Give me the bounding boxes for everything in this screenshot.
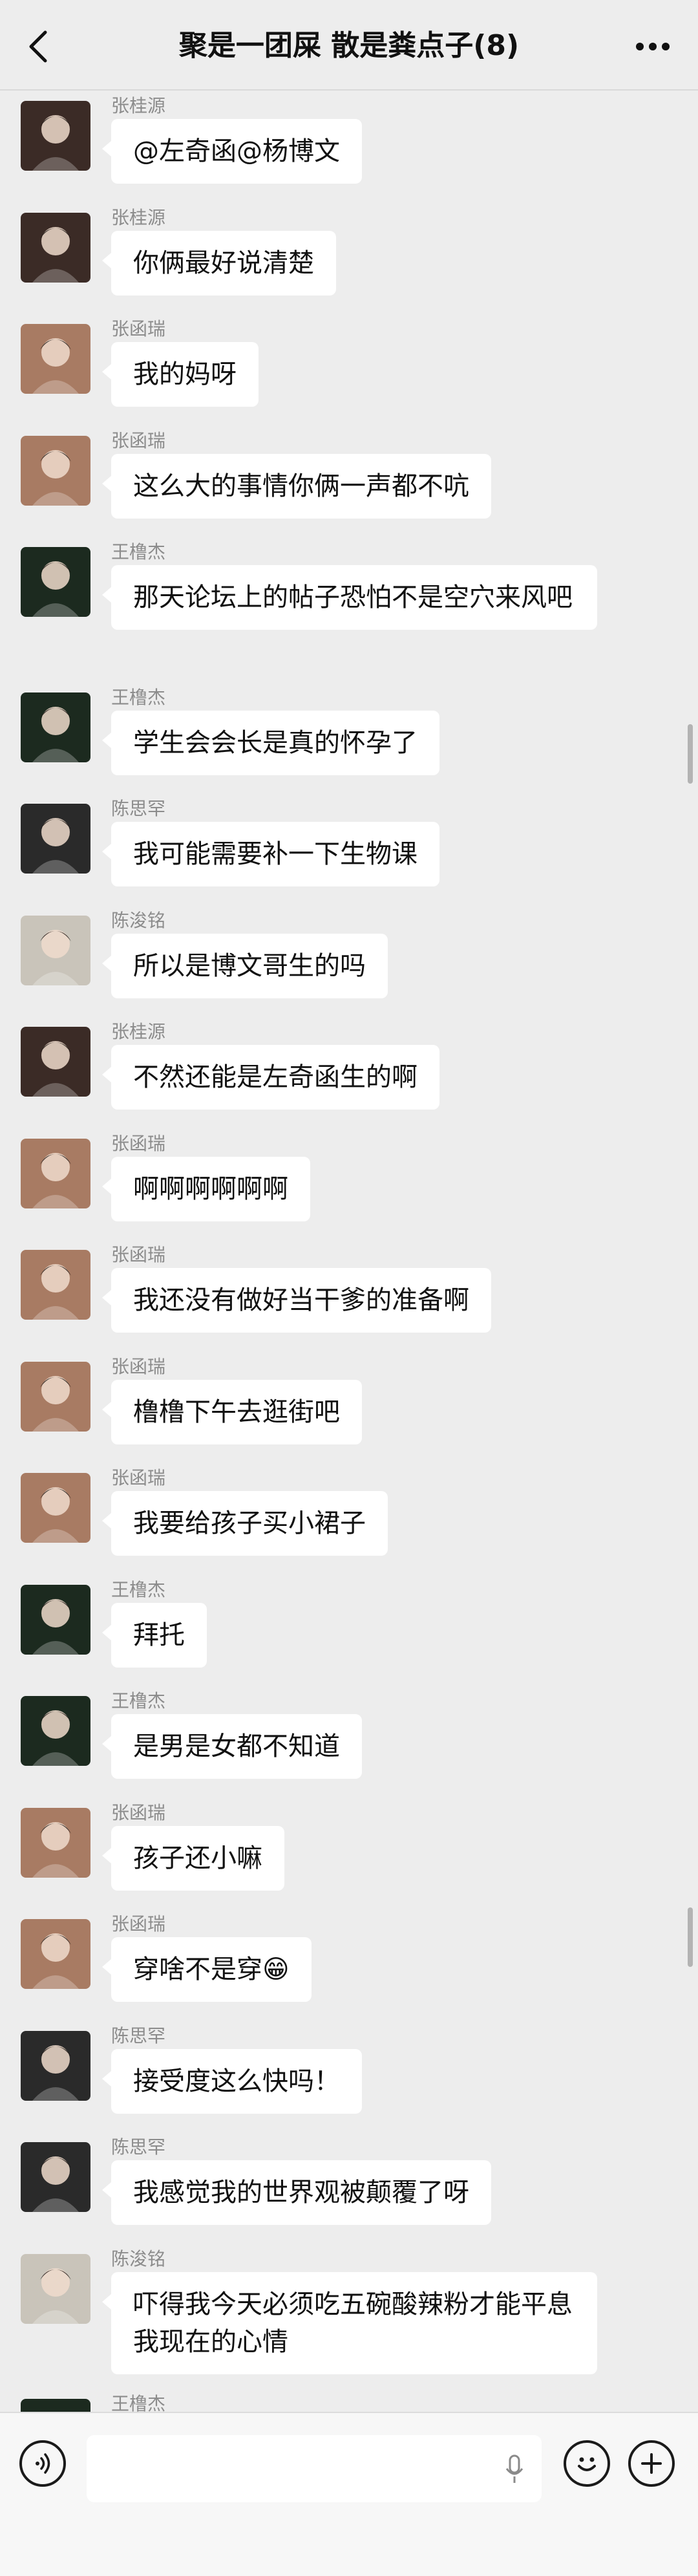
chat-message: 张函瑞我的妈呀	[0, 319, 698, 430]
avatar-chensihan[interactable]	[21, 804, 90, 874]
sender-name: 王橹杰	[111, 541, 166, 563]
sender-name: 张函瑞	[111, 1913, 166, 1935]
message-bubble[interactable]: 这么大的事情你俩一声都不吭	[102, 454, 491, 519]
avatar-wanglujie[interactable]	[21, 1585, 90, 1655]
chat-message: 张函瑞我要给孩子买小裙子	[0, 1468, 698, 1579]
chat-message: 陈思罕接受度这么快吗！	[0, 2026, 698, 2137]
more-icon	[636, 43, 670, 50]
message-bubble[interactable]: 我的妈呀	[102, 342, 259, 407]
scrollbar-thumb[interactable]	[688, 1907, 693, 1967]
chat-message: 张函瑞啊啊啊啊啊啊	[0, 1133, 698, 1245]
avatar-wanglujie[interactable]	[21, 692, 90, 762]
avatar-zhangguiyuan[interactable]	[21, 213, 90, 283]
chat-message: 王橹杰学生会会长是真的怀孕了	[0, 687, 698, 799]
message-bubble[interactable]: 橹橹下午去逛街吧	[102, 1380, 362, 1444]
message-bubble[interactable]: 我还没有做好当干爹的准备啊	[102, 1268, 491, 1333]
sender-name: 张桂源	[111, 95, 166, 116]
chat-title: 聚是一团屎 散是粪点子(8)	[178, 29, 520, 62]
sender-name: 陈浚铭	[111, 910, 166, 931]
avatar-zhangguiyuan[interactable]	[21, 1027, 90, 1097]
message-bubble[interactable]: 接受度这么快吗！	[102, 2049, 362, 2114]
message-bubble[interactable]: 学生会会长是真的怀孕了	[102, 711, 439, 775]
message-bubble[interactable]: 所以是博文哥生的吗	[102, 934, 388, 998]
input-bar	[0, 2412, 698, 2576]
chat-message: 王橹杰拜托	[0, 1580, 698, 1691]
header-divider	[0, 89, 698, 91]
message-bubble[interactable]: 是男是女都不知道	[102, 1714, 362, 1779]
avatar-zhanghanrui[interactable]	[21, 324, 90, 394]
avatar-wanglujie[interactable]	[21, 547, 90, 617]
emoji-icon	[578, 2457, 596, 2471]
avatar-zhanghanrui[interactable]	[21, 1362, 90, 1432]
sender-name: 张函瑞	[111, 1802, 166, 1823]
avatar-chensihan[interactable]	[21, 2031, 90, 2101]
avatar-zhanghanrui[interactable]	[21, 1919, 90, 1989]
chat-message: 张函瑞孩子还小嘛	[0, 1803, 698, 1914]
sender-name: 王橹杰	[111, 1579, 166, 1600]
chat-message: 张函瑞橹橹下午去逛街吧	[0, 1357, 698, 1468]
scrollbar-thumb[interactable]	[688, 724, 693, 784]
avatar-zhanghanrui[interactable]	[21, 1139, 90, 1208]
avatar-zhanghanrui[interactable]	[21, 436, 90, 506]
voice-icon	[36, 2453, 50, 2474]
message-bubble[interactable]: 啊啊啊啊啊啊	[102, 1157, 310, 1221]
message-bubble[interactable]: 那天论坛上的帖子恐怕不是空穴来风吧	[102, 565, 597, 630]
chat-message: 张桂源不然还能是左奇函生的啊	[0, 1022, 698, 1133]
chevron-left-icon	[29, 30, 47, 63]
sender-name: 陈思罕	[111, 2025, 166, 2046]
message-bubble[interactable]: @左奇函@杨博文	[102, 119, 362, 184]
chat-message: 王橹杰 是男是女都不知道	[0, 1691, 698, 1802]
sender-name: 王橹杰	[111, 1690, 166, 1712]
chat-message: 陈思罕我可能需要补一下生物课	[0, 799, 698, 910]
sender-name: 张函瑞	[111, 1467, 166, 1488]
message-bubble[interactable]: 你俩最好说清楚	[102, 231, 336, 295]
message-bubble[interactable]: 我要给孩子买小裙子	[102, 1491, 388, 1556]
sender-name: 张函瑞	[111, 1356, 166, 1377]
chat-message: 陈浚铭 吓得我今天必须吃五碗酸辣粉才能平息我现在的心情	[0, 2248, 698, 2374]
message-bubble[interactable]: 穿啥不是穿😁	[102, 1937, 312, 2002]
sender-name: 张函瑞	[111, 430, 166, 451]
chat-message: 张函瑞这么大的事情你俩一声都不吭	[0, 431, 698, 542]
chat-message: 张桂源你俩最好说清楚	[0, 208, 698, 319]
message-bubble[interactable]: 我可能需要补一下生物课	[102, 822, 439, 886]
chat-message: 张函瑞 穿啥不是穿😁	[0, 1914, 698, 2025]
chat-message: 王橹杰 那天论坛上的帖子恐怕不是空穴来风吧	[0, 542, 698, 653]
avatar-wanglujie[interactable]	[21, 1696, 90, 1766]
message-bubble[interactable]: 拜托	[102, 1603, 207, 1668]
avatar-chensihan[interactable]	[21, 2142, 90, 2212]
message-bubble[interactable]: 吓得我今天必须吃五碗酸辣粉才能平息我现在的心情	[102, 2272, 597, 2374]
avatar-zhangguiyuan[interactable]	[21, 101, 90, 171]
voice-button[interactable]	[19, 2440, 66, 2487]
sender-name: 张桂源	[111, 207, 166, 228]
mic-icon[interactable]	[504, 2454, 525, 2484]
chat-message: 陈思罕 我感觉我的世界观被颠覆了呀	[0, 2137, 698, 2248]
emoji-button[interactable]	[564, 2440, 610, 2487]
avatar-zhanghanrui[interactable]	[21, 1250, 90, 1320]
chat-header: 聚是一团屎 散是粪点子(8)	[0, 0, 698, 91]
avatar-chenjunming[interactable]	[21, 2254, 90, 2324]
sender-name: 陈浚铭	[111, 2248, 166, 2270]
sender-name: 王橹杰	[111, 687, 166, 708]
chat-message: 陈浚铭所以是博文哥生的吗	[0, 910, 698, 1022]
sender-name: 张函瑞	[111, 1244, 166, 1265]
avatar-zhanghanrui[interactable]	[21, 1808, 90, 1878]
sender-name: 陈思罕	[111, 798, 166, 819]
message-input[interactable]	[87, 2435, 542, 2502]
more-button[interactable]	[633, 36, 672, 57]
sender-name: 张函瑞	[111, 1133, 166, 1154]
back-button[interactable]	[22, 28, 58, 65]
message-bubble[interactable]: 我感觉我的世界观被颠覆了呀	[102, 2160, 491, 2225]
message-bubble[interactable]: 不然还能是左奇函生的啊	[102, 1045, 439, 1110]
avatar-chenjunming[interactable]	[21, 916, 90, 985]
message-bubble[interactable]: 孩子还小嘛	[102, 1826, 284, 1891]
sender-name: 陈思罕	[111, 2136, 166, 2158]
plus-button[interactable]	[628, 2440, 675, 2487]
avatar-zhanghanrui[interactable]	[21, 1473, 90, 1543]
sender-name: 张函瑞	[111, 318, 166, 339]
plus-icon	[641, 2453, 662, 2474]
sender-name: 张桂源	[111, 1021, 166, 1042]
chat-message: 张桂源 @左奇函@杨博文	[0, 96, 698, 207]
chat-message: 张函瑞我还没有做好当干爹的准备啊	[0, 1245, 698, 1356]
